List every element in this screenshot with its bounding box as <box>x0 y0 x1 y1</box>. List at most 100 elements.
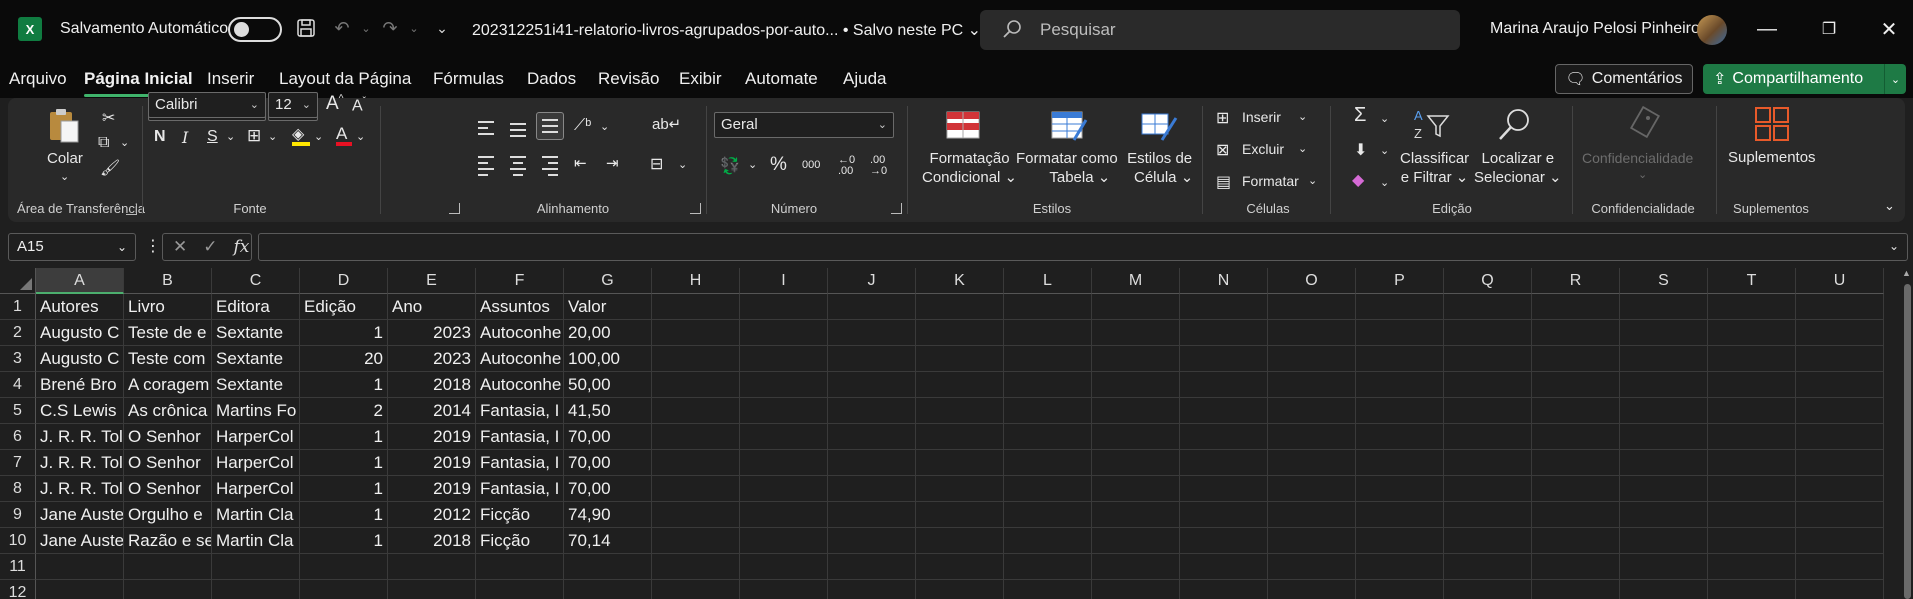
cell-d8[interactable]: 1 <box>300 476 388 502</box>
cell-p2[interactable] <box>1356 320 1444 346</box>
cell-g5[interactable]: 41,50 <box>564 398 652 424</box>
paste-icon[interactable] <box>44 108 84 144</box>
cell-b8[interactable]: O Senhor <box>124 476 212 502</box>
row-header-10[interactable]: 10 <box>0 528 36 554</box>
cut-icon[interactable]: ✂ <box>102 108 115 128</box>
insert-dropdown-icon[interactable]: ⌄ <box>1298 110 1307 123</box>
clear-icon[interactable]: ◆ <box>1352 170 1364 190</box>
cell-e10[interactable]: 2018 <box>388 528 476 554</box>
addins-icon[interactable] <box>1752 106 1792 142</box>
cell-r4[interactable] <box>1532 372 1620 398</box>
autosave-toggle[interactable] <box>228 17 282 42</box>
alignment-launcher-icon[interactable] <box>690 203 701 214</box>
cell-n8[interactable] <box>1180 476 1268 502</box>
cell-e6[interactable]: 2019 <box>388 424 476 450</box>
cell-b11[interactable] <box>124 554 212 580</box>
cell-e12[interactable] <box>388 580 476 599</box>
cell-r7[interactable] <box>1532 450 1620 476</box>
cell-u11[interactable] <box>1796 554 1884 580</box>
cell-k7[interactable] <box>916 450 1004 476</box>
conditional-format-icon[interactable] <box>943 108 983 144</box>
column-header-a[interactable]: A <box>36 268 124 294</box>
cell-m4[interactable] <box>1092 372 1180 398</box>
column-header-c[interactable]: C <box>212 268 300 294</box>
font-color-icon[interactable]: A <box>336 124 352 146</box>
cell-a6[interactable]: J. R. R. Tol <box>36 424 124 450</box>
fill-color-icon[interactable]: ◈ <box>292 124 310 146</box>
cell-f10[interactable]: Ficção <box>476 528 564 554</box>
cell-i5[interactable] <box>740 398 828 424</box>
cell-u4[interactable] <box>1796 372 1884 398</box>
cell-n6[interactable] <box>1180 424 1268 450</box>
bold-button[interactable]: N <box>154 128 166 146</box>
cell-s4[interactable] <box>1620 372 1708 398</box>
cell-l8[interactable] <box>1004 476 1092 502</box>
cell-d2[interactable]: 1 <box>300 320 388 346</box>
cell-d5[interactable]: 2 <box>300 398 388 424</box>
cell-c4[interactable]: Sextante <box>212 372 300 398</box>
cell-p5[interactable] <box>1356 398 1444 424</box>
cell-b9[interactable]: Orgulho e <box>124 502 212 528</box>
fill-dropdown-icon[interactable]: ⌄ <box>314 130 323 143</box>
decrease-decimal-icon[interactable]: .00 →0 <box>870 155 887 177</box>
cell-m1[interactable] <box>1092 294 1180 320</box>
cell-f5[interactable]: Fantasia, I <box>476 398 564 424</box>
row-header-9[interactable]: 9 <box>0 502 36 528</box>
cell-p7[interactable] <box>1356 450 1444 476</box>
cell-l7[interactable] <box>1004 450 1092 476</box>
cell-i12[interactable] <box>740 580 828 599</box>
cell-k5[interactable] <box>916 398 1004 424</box>
cell-o5[interactable] <box>1268 398 1356 424</box>
cell-j6[interactable] <box>828 424 916 450</box>
cell-t6[interactable] <box>1708 424 1796 450</box>
cell-t10[interactable] <box>1708 528 1796 554</box>
cancel-icon[interactable]: ✕ <box>173 237 187 257</box>
cell-k9[interactable] <box>916 502 1004 528</box>
cell-i7[interactable] <box>740 450 828 476</box>
cell-d10[interactable]: 1 <box>300 528 388 554</box>
cell-n5[interactable] <box>1180 398 1268 424</box>
redo-dropdown-icon[interactable]: ⌄ <box>402 16 426 40</box>
clear-dropdown-icon[interactable]: ⌄ <box>1380 176 1389 189</box>
thousands-button[interactable]: 000 <box>802 159 820 171</box>
cell-o2[interactable] <box>1268 320 1356 346</box>
cell-o12[interactable] <box>1268 580 1356 599</box>
row-header-1[interactable]: 1 <box>0 294 36 320</box>
cell-q6[interactable] <box>1444 424 1532 450</box>
borders-dropdown-icon[interactable]: ⌄ <box>268 130 277 143</box>
cell-j12[interactable] <box>828 580 916 599</box>
cell-l4[interactable] <box>1004 372 1092 398</box>
insert-function-icon[interactable]: fx <box>234 237 250 257</box>
cell-t2[interactable] <box>1708 320 1796 346</box>
cell-r5[interactable] <box>1532 398 1620 424</box>
orientation-icon[interactable]: ⟋ᵇ <box>574 117 591 135</box>
cell-m12[interactable] <box>1092 580 1180 599</box>
cell-b2[interactable]: Teste de e <box>124 320 212 346</box>
cell-a7[interactable]: J. R. R. Tol <box>36 450 124 476</box>
cell-b12[interactable] <box>124 580 212 599</box>
cell-p4[interactable] <box>1356 372 1444 398</box>
cell-o1[interactable] <box>1268 294 1356 320</box>
cell-t7[interactable] <box>1708 450 1796 476</box>
cell-j9[interactable] <box>828 502 916 528</box>
row-header-3[interactable]: 3 <box>0 346 36 372</box>
tab-ajuda[interactable]: Ajuda <box>843 69 886 89</box>
cell-k3[interactable] <box>916 346 1004 372</box>
cell-q9[interactable] <box>1444 502 1532 528</box>
cell-l3[interactable] <box>1004 346 1092 372</box>
restore-icon[interactable]: ❐ <box>1814 14 1844 44</box>
name-box[interactable]: A15 ⌄ <box>8 233 136 261</box>
number-format-select[interactable]: Geral ⌄ <box>714 112 894 138</box>
cell-e2[interactable]: 2023 <box>388 320 476 346</box>
cell-s6[interactable] <box>1620 424 1708 450</box>
orientation-dropdown-icon[interactable]: ⌄ <box>600 120 609 133</box>
row-header-12[interactable]: 12 <box>0 580 36 599</box>
cell-l6[interactable] <box>1004 424 1092 450</box>
more-options-icon[interactable]: ⋮ <box>145 236 161 256</box>
cell-t12[interactable] <box>1708 580 1796 599</box>
cell-j4[interactable] <box>828 372 916 398</box>
cell-styles-icon[interactable] <box>1138 108 1178 144</box>
cell-c9[interactable]: Martin Cla <box>212 502 300 528</box>
cell-t9[interactable] <box>1708 502 1796 528</box>
accounting-format-icon[interactable]: 💱 <box>720 156 740 176</box>
